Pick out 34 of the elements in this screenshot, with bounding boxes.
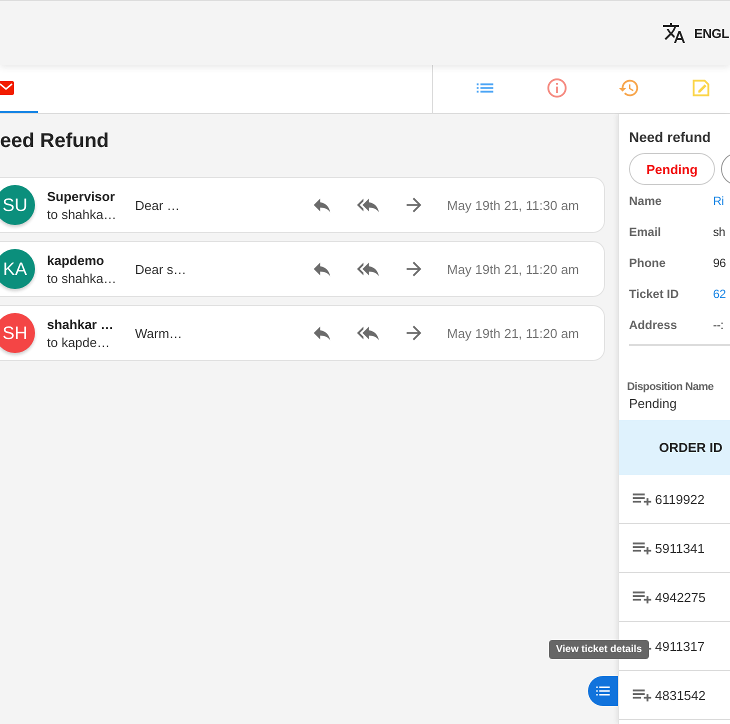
- tooltip: View ticket details: [549, 640, 649, 659]
- recipient-text: to shahka…: [47, 270, 118, 286]
- order-id: 4831542: [655, 688, 706, 702]
- message-preview: Dear …: [135, 198, 181, 212]
- recipient-text: to shahka…: [47, 206, 118, 222]
- message-preview: Warm…: [135, 326, 184, 340]
- field-label: Name: [629, 194, 663, 208]
- disposition-value: Pending: [629, 396, 678, 411]
- avatar: KA: [0, 249, 35, 289]
- recipient-text: to kapde…: [47, 334, 111, 350]
- disposition-label: Disposition Name: [627, 381, 715, 393]
- avatar: SH: [0, 313, 35, 353]
- message-time: May 19th 21, 11:20 am: [447, 262, 580, 276]
- field-label: Phone: [629, 256, 667, 270]
- sender-name: kapdemo: [47, 252, 106, 268]
- field-label: Ticket ID: [629, 286, 680, 300]
- field-value: sh: [713, 224, 726, 238]
- order-id: 4911317: [655, 638, 705, 654]
- field-label: Address: [629, 318, 678, 332]
- message-time: May 19th 21, 11:20 am: [447, 326, 580, 340]
- sender-name: Supervisor: [47, 188, 116, 204]
- avatar: SU: [0, 185, 35, 225]
- order-id: 5911341: [655, 540, 705, 556]
- message-time: May 19th 21, 11:30 am: [447, 198, 580, 212]
- field-label: Email: [629, 224, 662, 238]
- order-id: 4942275: [655, 590, 706, 604]
- column-header: ORDER ID: [619, 420, 730, 475]
- order-id: 6119922: [655, 492, 705, 506]
- field-value: 96: [713, 256, 726, 270]
- sender-name: shahkar …: [47, 316, 114, 332]
- field-value: --:: [713, 318, 724, 332]
- panel-title: Need refund: [629, 129, 712, 145]
- message-preview: Dear s…: [135, 262, 188, 276]
- thread-title: eed Refund: [0, 130, 109, 153]
